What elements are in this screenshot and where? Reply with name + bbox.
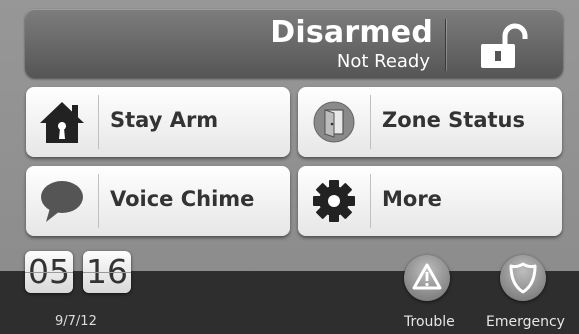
gear-icon xyxy=(313,180,355,222)
stay-arm-button[interactable]: Stay Arm xyxy=(26,87,290,157)
speech-bubble-icon xyxy=(41,181,83,222)
warning-triangle-icon xyxy=(412,263,442,290)
button-separator xyxy=(370,174,371,228)
door-icon xyxy=(313,101,355,143)
keypad-screen: Disarmed Not Ready Stay Arm Zone Status xyxy=(0,0,579,334)
voice-chime-label: Voice Chime xyxy=(110,187,255,211)
emergency-button[interactable] xyxy=(500,255,546,301)
house-icon xyxy=(40,102,84,143)
zone-status-label: Zone Status xyxy=(382,108,525,132)
clock-hours[interactable]: 05 xyxy=(25,251,73,293)
status-banner[interactable]: Disarmed Not Ready xyxy=(25,9,563,78)
clock-minutes[interactable]: 16 xyxy=(83,251,131,293)
shield-icon xyxy=(509,262,537,294)
status-divider xyxy=(445,19,446,71)
more-button[interactable]: More xyxy=(298,166,562,236)
trouble-button[interactable] xyxy=(404,255,450,301)
flip-line xyxy=(25,272,73,273)
stay-arm-label: Stay Arm xyxy=(110,108,219,132)
status-title: Disarmed xyxy=(270,15,433,50)
flip-line xyxy=(83,272,131,273)
emergency-label: Emergency xyxy=(486,314,565,330)
more-label: More xyxy=(382,187,442,211)
date-label: 9/7/12 xyxy=(55,314,97,329)
unlocked-padlock-icon xyxy=(481,23,528,68)
button-separator xyxy=(98,174,99,228)
button-separator xyxy=(370,95,371,149)
zone-status-button[interactable]: Zone Status xyxy=(298,87,562,157)
status-subtitle: Not Ready xyxy=(336,51,430,72)
trouble-label: Trouble xyxy=(404,314,455,330)
voice-chime-button[interactable]: Voice Chime xyxy=(26,166,290,236)
button-separator xyxy=(98,95,99,149)
